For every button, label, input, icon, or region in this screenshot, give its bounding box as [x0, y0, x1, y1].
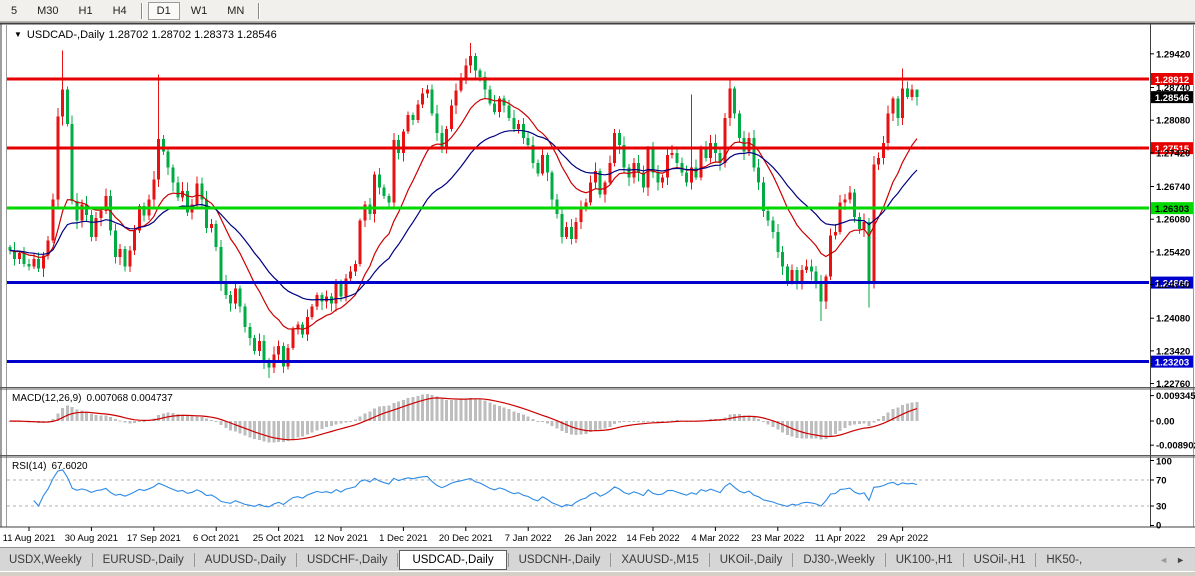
rsi-axis-tick: 30: [1156, 502, 1167, 513]
indicator-panels-group: [7, 394, 1149, 508]
tab-separator: [792, 552, 794, 567]
date-axis-label: 7 Jan 2022: [505, 533, 552, 544]
price-axis-tick: 1.26080: [1156, 215, 1190, 226]
tab-scroll-arrows: ◄ ►: [1155, 553, 1195, 567]
price-axis-tick: 1.24080: [1156, 314, 1190, 325]
timeframe-button-d1[interactable]: D1: [147, 1, 180, 20]
chart-symbol-period: USDCAD-,Daily: [26, 29, 105, 41]
chart-tab-usoil-h1[interactable]: USOil-,H1: [965, 551, 1035, 569]
chart-tab-xauusd-m15[interactable]: XAUUSD-,M15: [612, 551, 707, 569]
rsi-label: RSI(14) 67.6020: [12, 461, 93, 472]
chart-window: 1.28912 1.27515 1.26303 1.24800 1.23203 1.294…: [0, 22, 1195, 547]
date-axis-label: 25 Oct 2021: [253, 533, 305, 544]
tab-separator: [295, 552, 297, 567]
chart-tab-audusd-daily[interactable]: AUDUSD-,Daily: [196, 551, 295, 569]
timeframe-button-w1[interactable]: W1: [182, 2, 217, 20]
timeframe-button-m30[interactable]: M30: [28, 2, 67, 20]
chart-tab-usdchf-daily[interactable]: USDCHF-,Daily: [298, 551, 397, 569]
date-axis-label: 14 Feb 2022: [626, 533, 679, 544]
date-axis-label: 6 Oct 2021: [193, 533, 239, 544]
timeframe-button-h1[interactable]: H1: [70, 2, 102, 20]
tab-separator: [1035, 552, 1037, 567]
axes-group: 1.289121.275151.263031.248001.232031.294…: [3, 49, 1195, 544]
rsi-axis-tick: 70: [1156, 476, 1167, 487]
date-axis-label: 1 Dec 2021: [379, 533, 428, 544]
tab-separator: [91, 552, 93, 567]
mt4-window: 5 M30 H1 H4 D1 W1 MN 1.28912 1.27515 1.26303 1.24…: [0, 0, 1195, 576]
macd-axis-tick: -0.008902: [1156, 441, 1195, 452]
chart-tab-hk50[interactable]: HK50-,: [1037, 551, 1091, 569]
date-axis-label: 26 Jan 2022: [564, 533, 616, 544]
chart-tab-dj30-weekly[interactable]: DJ30-,Weekly: [794, 551, 883, 569]
price-axis-tick: 1.22760: [1156, 379, 1190, 390]
date-axis-label: 20 Dec 2021: [439, 533, 493, 544]
timeframe-toolbar: 5 M30 H1 H4 D1 W1 MN: [0, 0, 1195, 22]
horizontal-levels-group[interactable]: [7, 77, 1149, 364]
chart-ohlc-values: 1.28702 1.28702 1.28373 1.28546: [108, 29, 277, 41]
timeframe-button-5[interactable]: 5: [2, 2, 26, 20]
tab-scroll-left-icon[interactable]: ◄: [1155, 553, 1172, 567]
chart-tab-uk100-h1[interactable]: UK100-,H1: [887, 551, 962, 569]
bottom-strip: [0, 571, 1195, 576]
date-axis-label: 17 Sep 2021: [127, 533, 181, 544]
chart-tab-usdcad-daily[interactable]: USDCAD-,Daily: [399, 549, 507, 570]
chart-tab-ukoil-daily[interactable]: UKOil-,Daily: [711, 551, 792, 569]
chart-tab-usdcnh-daily[interactable]: USDCNH-,Daily: [510, 551, 610, 569]
tab-separator: [507, 552, 509, 567]
price-axis-tick: 1.23420: [1156, 346, 1190, 357]
macd-axis-tick: 0.00: [1156, 417, 1175, 428]
rsi-axis-tick: 0: [1156, 521, 1161, 532]
price-axis-tick: 1.27420: [1156, 148, 1190, 159]
date-axis-label: 12 Nov 2021: [314, 533, 368, 544]
rsi-line: [33, 469, 918, 508]
tab-separator: [708, 552, 710, 567]
date-axis-label: 11 Aug 2021: [3, 533, 56, 544]
chart-tab-eurusd-daily[interactable]: EURUSD-,Daily: [94, 551, 193, 569]
price-axis-tick: 1.28080: [1156, 116, 1190, 127]
tab-separator: [884, 552, 886, 567]
toolbar-separator: [258, 2, 261, 19]
price-chart-canvas[interactable]: 1.289121.275151.263031.248001.232031.294…: [0, 22, 1195, 547]
tab-separator: [193, 552, 195, 567]
rsi-value: 67.6020: [51, 461, 88, 472]
macd-signal-line: [9, 397, 918, 441]
date-axis-label: 4 Mar 2022: [691, 533, 739, 544]
chart-tabs-bar: USDX,Weekly EURUSD-,Daily AUDUSD-,Daily USD…: [0, 547, 1195, 571]
chart-tab-usdx-weekly[interactable]: USDX,Weekly: [0, 551, 91, 569]
date-axis-label: 11 Apr 2022: [815, 533, 866, 544]
macd-axis-tick: 0.009345: [1156, 391, 1195, 402]
price-level-badge: 1.26303: [1155, 204, 1189, 215]
macd-label: MACD(12,26,9) 0.007068 0.004737: [12, 393, 178, 404]
tab-separator: [962, 552, 964, 567]
rsi-name: RSI(14): [12, 461, 47, 472]
tab-separator: [397, 552, 399, 567]
timeframe-button-mn[interactable]: MN: [218, 2, 253, 20]
macd-values: 0.007068 0.004737: [86, 393, 173, 404]
rsi-axis-tick: 100: [1156, 457, 1172, 468]
price-axis-tick: 1.25420: [1156, 247, 1190, 258]
current-price-badge: 1.28546: [1155, 93, 1189, 104]
price-axis-tick: 1.24760: [1156, 280, 1190, 291]
timeframe-button-h4[interactable]: H4: [104, 2, 136, 20]
date-axis-label: 23 Mar 2022: [751, 533, 804, 544]
chart-frame: [0, 22, 1195, 528]
tab-scroll-right-icon[interactable]: ►: [1172, 553, 1189, 567]
collapse-triangle-icon[interactable]: ▼: [14, 30, 22, 39]
chart-title: ▼ USDCAD-,Daily 1.28702 1.28702 1.28373 1.…: [14, 29, 281, 41]
tab-separator: [610, 552, 612, 567]
date-axis-label: 29 Apr 2022: [877, 533, 928, 544]
toolbar-separator: [140, 2, 143, 19]
price-axis-tick: 1.29420: [1156, 49, 1190, 60]
macd-name: MACD(12,26,9): [12, 393, 82, 404]
date-axis-label: 30 Aug 2021: [65, 533, 118, 544]
price-axis-tick: 1.26740: [1156, 182, 1190, 193]
candles-group: [8, 42, 919, 379]
price-level-badge: 1.23203: [1155, 358, 1189, 369]
moving-averages-group: [9, 97, 918, 330]
